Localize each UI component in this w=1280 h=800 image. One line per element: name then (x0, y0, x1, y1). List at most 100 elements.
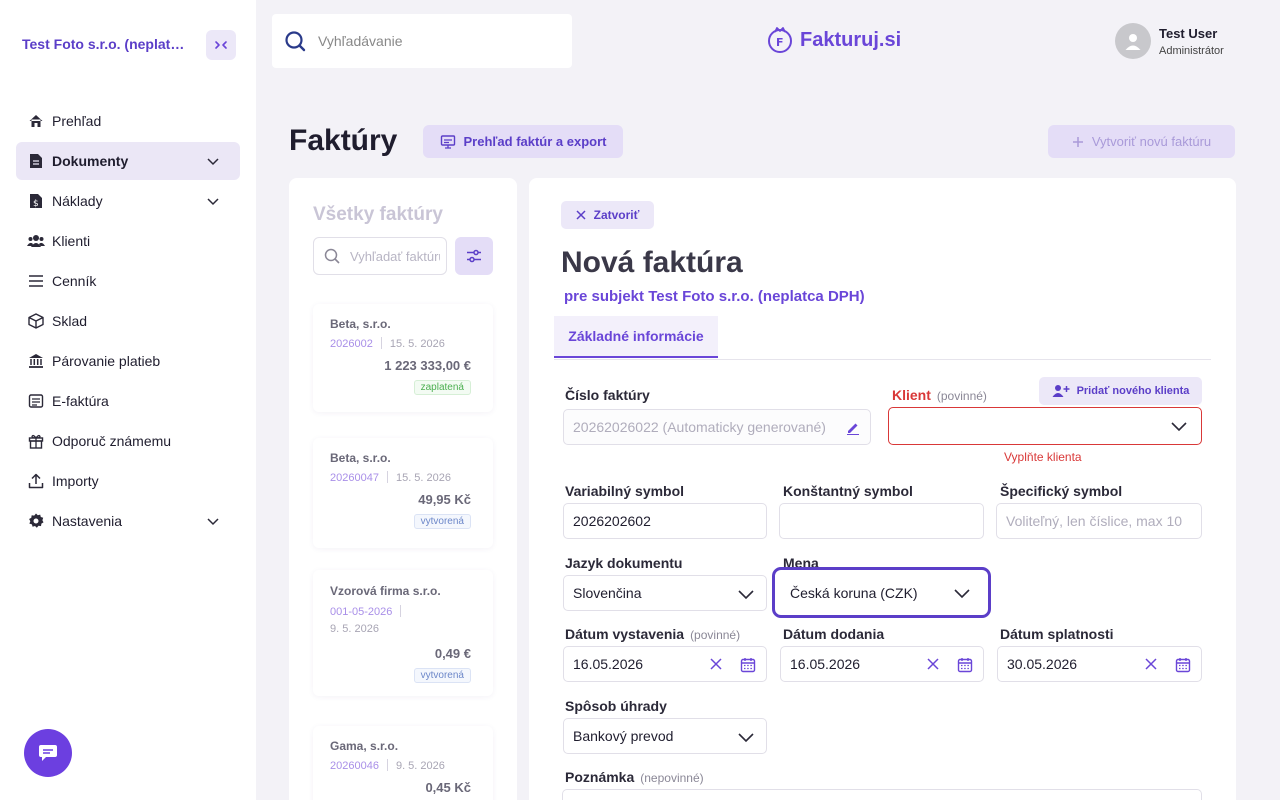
calendar-icon[interactable] (957, 657, 973, 673)
invoice-list-panel: Všetky faktúry Beta, s.r.o. 2026002 15. 5… (289, 178, 517, 800)
sidebar-item-label: Odporuč známemu (52, 433, 172, 449)
currency-select[interactable]: Česká koruna (CZK) (772, 567, 991, 618)
invoice-number: 20260047 (330, 472, 379, 484)
variable-symbol-input[interactable] (573, 513, 766, 529)
plus-icon (1072, 136, 1083, 147)
logo-icon: F (768, 27, 792, 53)
sidebar-item-klienti[interactable]: Klienti (16, 222, 240, 260)
sidebar-item-importy[interactable]: Importy (16, 462, 240, 500)
list-item[interactable]: Beta, s.r.o. 2026002 15. 5. 2026 1 223 33… (313, 304, 493, 412)
due-date-input[interactable] (1007, 656, 1127, 672)
edit-icon[interactable] (846, 421, 860, 435)
issue-date-label: Dátum vystavenia (povinné) (565, 626, 740, 642)
payment-method-label: Spôsob úhrady (565, 698, 667, 714)
issue-date-field[interactable] (563, 646, 767, 682)
create-invoice-button[interactable]: Vytvoriť novú faktúru (1048, 125, 1235, 158)
collapse-sidebar-button[interactable] (206, 30, 236, 60)
delivery-date-field[interactable] (780, 646, 984, 682)
chevron-down-icon (207, 198, 219, 206)
sidebar-item-odporuc[interactable]: Odporuč známemu (16, 422, 240, 460)
svg-text:F: F (776, 36, 784, 49)
invoice-number: 2026002 (330, 338, 373, 350)
status-badge: zaplatená (413, 380, 471, 395)
invoice-date: 9. 5. 2026 (330, 623, 379, 635)
constant-symbol-input[interactable] (789, 513, 983, 529)
add-client-label: Pridať nového klienta (1076, 385, 1190, 397)
client-select[interactable] (888, 407, 1202, 445)
list-item[interactable]: Beta, s.r.o. 20260047 15. 5. 2026 49,95 K… (313, 438, 493, 548)
required-hint: (povinné) (936, 389, 987, 403)
chevron-down-icon (738, 733, 754, 743)
sidebar-item-dokumenty[interactable]: Dokumenty (16, 142, 240, 180)
filter-button[interactable] (455, 237, 493, 275)
invoice-number: 001-05-2026 (330, 606, 393, 618)
invoice-search[interactable] (313, 237, 447, 275)
invoice-overview-button[interactable]: Prehľad faktúr a export (423, 125, 623, 158)
specific-symbol-input[interactable] (1006, 513, 1201, 529)
sidebar-item-label: Sklad (52, 313, 88, 329)
svg-text:$: $ (33, 199, 39, 209)
variable-symbol-field[interactable] (563, 503, 767, 539)
payment-method-select[interactable]: Bankový prevod (563, 718, 767, 754)
invoice-overview-label: Prehľad faktúr a export (463, 134, 607, 149)
chat-button[interactable] (24, 729, 72, 777)
invoice-client: Vzorová firma s.r.o. (330, 584, 441, 598)
create-invoice-label: Vytvoriť novú faktúru (1091, 134, 1212, 149)
currency-value: Česká koruna (CZK) (790, 584, 918, 601)
specific-symbol-field[interactable] (996, 503, 1202, 539)
invoice-date: 15. 5. 2026 (395, 472, 452, 484)
delivery-date-input[interactable] (790, 656, 910, 672)
close-icon (576, 210, 586, 220)
invoice-number-field[interactable] (563, 409, 871, 445)
global-search[interactable] (272, 14, 572, 68)
close-label: Zatvoriť (593, 208, 640, 222)
invoice-amount: 1 223 333,00 € (384, 358, 471, 373)
box-icon (27, 312, 45, 330)
user-menu[interactable]: Test User Administrátor (1115, 23, 1224, 59)
sidebar-item-parovanie[interactable]: Párovanie platieb (16, 342, 240, 380)
sidebar-item-efaktura[interactable]: E-faktúra (16, 382, 240, 420)
sidebar-item-label: Párovanie platieb (52, 353, 161, 369)
calendar-icon[interactable] (1175, 657, 1191, 673)
avatar (1115, 23, 1151, 59)
due-date-field[interactable] (997, 646, 1202, 682)
clear-icon[interactable] (710, 658, 722, 670)
global-search-input[interactable] (318, 33, 558, 49)
users-icon (27, 232, 45, 250)
sidebar-item-cennik[interactable]: Cenník (16, 262, 240, 300)
sidebar-item-label: E-faktúra (52, 393, 109, 409)
user-plus-icon (1052, 385, 1070, 397)
user-name: Test User (1159, 25, 1218, 41)
issue-date-input[interactable] (573, 656, 693, 672)
tab-basic-info[interactable]: Základné informácie (554, 316, 718, 358)
logo-text: Fakturuj.si (800, 28, 902, 51)
sidebar-item-prehlad[interactable]: Prehľad (16, 102, 240, 140)
client-label-text: Klient (892, 387, 931, 403)
variable-symbol-label: Variabilný symbol (565, 483, 685, 499)
note-textarea[interactable] (562, 789, 1202, 800)
add-client-button[interactable]: Pridať nového klienta (1039, 377, 1202, 405)
home-icon (27, 112, 45, 130)
note-label: Poznámka (nepovinné) (565, 769, 704, 785)
language-select[interactable]: Slovenčina (563, 575, 767, 611)
constant-symbol-field[interactable] (779, 503, 984, 539)
clear-icon[interactable] (927, 658, 939, 670)
clear-icon[interactable] (1145, 658, 1157, 670)
list-item[interactable]: Vzorová firma s.r.o. 001-05-2026 9. 5. 2… (313, 570, 493, 696)
new-invoice-form: Zatvoriť Nová faktúra pre subjekt Test F… (529, 178, 1236, 800)
sidebar-item-label: Nastavenia (52, 513, 123, 529)
app-logo[interactable]: F Fakturuj.si (766, 26, 901, 54)
invoice-number-input[interactable] (573, 419, 825, 435)
constant-symbol-label: Konštantný symbol (783, 483, 913, 499)
invoice-search-input[interactable] (350, 248, 440, 264)
due-date-label: Dátum splatnosti (1000, 626, 1114, 642)
sidebar-item-nastavenia[interactable]: Nastavenia (16, 502, 240, 540)
company-name[interactable]: Test Foto s.r.o. (neplatca DPH) (22, 36, 192, 52)
sidebar-item-naklady[interactable]: $ Náklady (16, 182, 240, 220)
calendar-icon[interactable] (740, 657, 756, 673)
payment-method-value: Bankový prevod (573, 728, 674, 744)
sidebar-item-label: Importy (52, 473, 99, 489)
sidebar-item-sklad[interactable]: Sklad (16, 302, 240, 340)
list-item[interactable]: Gama, s.r.o. 20260046 9. 5. 2026 0,45 Kč (313, 726, 493, 800)
close-button[interactable]: Zatvoriť (561, 201, 654, 229)
